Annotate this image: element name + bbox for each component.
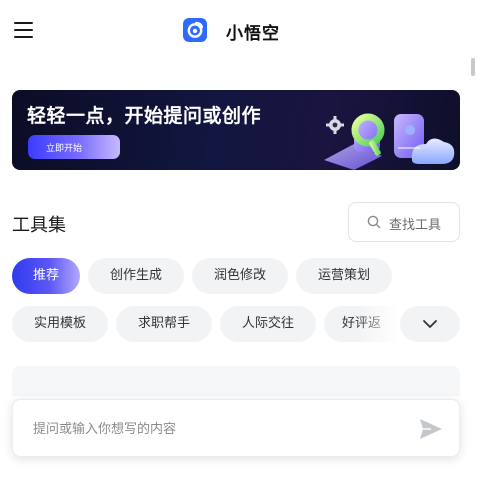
tools-section-title: 工具集 — [12, 215, 66, 236]
promo-banner[interactable]: 轻轻一点，开始提问或创作 立即开始 — [12, 90, 460, 170]
scrollbar-thumb[interactable] — [471, 58, 475, 76]
category-chip-recommended[interactable]: 推荐 — [12, 258, 80, 294]
app-header: 小悟空 — [0, 0, 477, 60]
category-chip-polish[interactable]: 润色修改 — [192, 258, 288, 294]
expand-categories-button[interactable] — [400, 306, 460, 342]
category-chip-social[interactable]: 人际交往 — [220, 306, 316, 342]
category-chip-job-helper[interactable]: 求职帮手 — [116, 306, 212, 342]
chevron-down-icon — [423, 320, 437, 328]
gear-icon — [326, 116, 344, 134]
app-logo-icon — [183, 18, 207, 42]
prompt-input-bar — [12, 399, 460, 457]
category-chip-templates[interactable]: 实用模板 — [12, 306, 108, 342]
category-chip-reviews[interactable]: 好评返 — [324, 306, 404, 342]
hamburger-menu-icon[interactable] — [14, 22, 33, 38]
search-tools-label: 查找工具 — [389, 218, 442, 233]
category-chip-operations[interactable]: 运营策划 — [296, 258, 392, 294]
search-icon — [367, 215, 381, 229]
banner-illustration — [324, 113, 455, 170]
start-now-button[interactable]: 立即开始 — [28, 135, 120, 159]
tool-card[interactable] — [12, 366, 460, 396]
category-chip-creation[interactable]: 创作生成 — [88, 258, 184, 294]
app-title: 小悟空 — [226, 24, 280, 44]
banner-title: 轻轻一点，开始提问或创作 — [27, 105, 262, 127]
prompt-input[interactable] — [33, 416, 413, 442]
send-icon[interactable] — [419, 418, 443, 440]
search-tools-button[interactable]: 查找工具 — [348, 202, 460, 242]
